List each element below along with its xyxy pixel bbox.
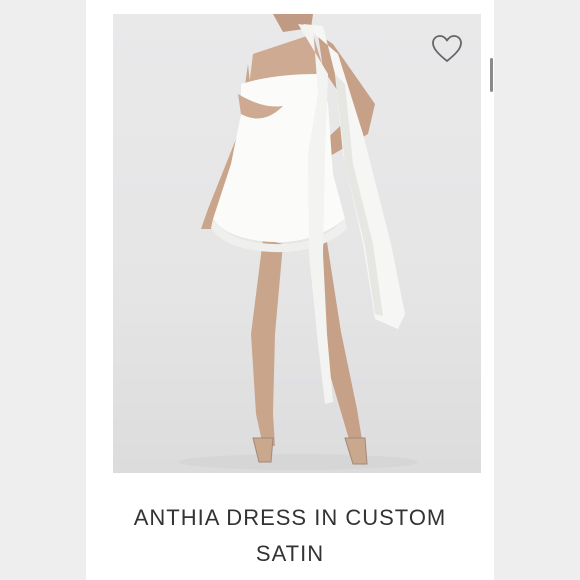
scrollbar-thumb[interactable] — [490, 58, 493, 92]
product-card: ANTHIA DRESS IN CUSTOM SATIN — [86, 0, 494, 580]
right-margin — [494, 0, 580, 580]
product-title: ANTHIA DRESS IN CUSTOM SATIN — [86, 500, 494, 572]
product-photo[interactable] — [113, 14, 481, 473]
wishlist-heart-icon[interactable] — [431, 34, 463, 64]
model-figure-illustration — [178, 14, 418, 470]
product-title-line-2: SATIN — [255, 541, 325, 566]
product-title-line-1: ANTHIA DRESS IN CUSTOM — [133, 505, 447, 530]
left-margin — [0, 0, 86, 580]
